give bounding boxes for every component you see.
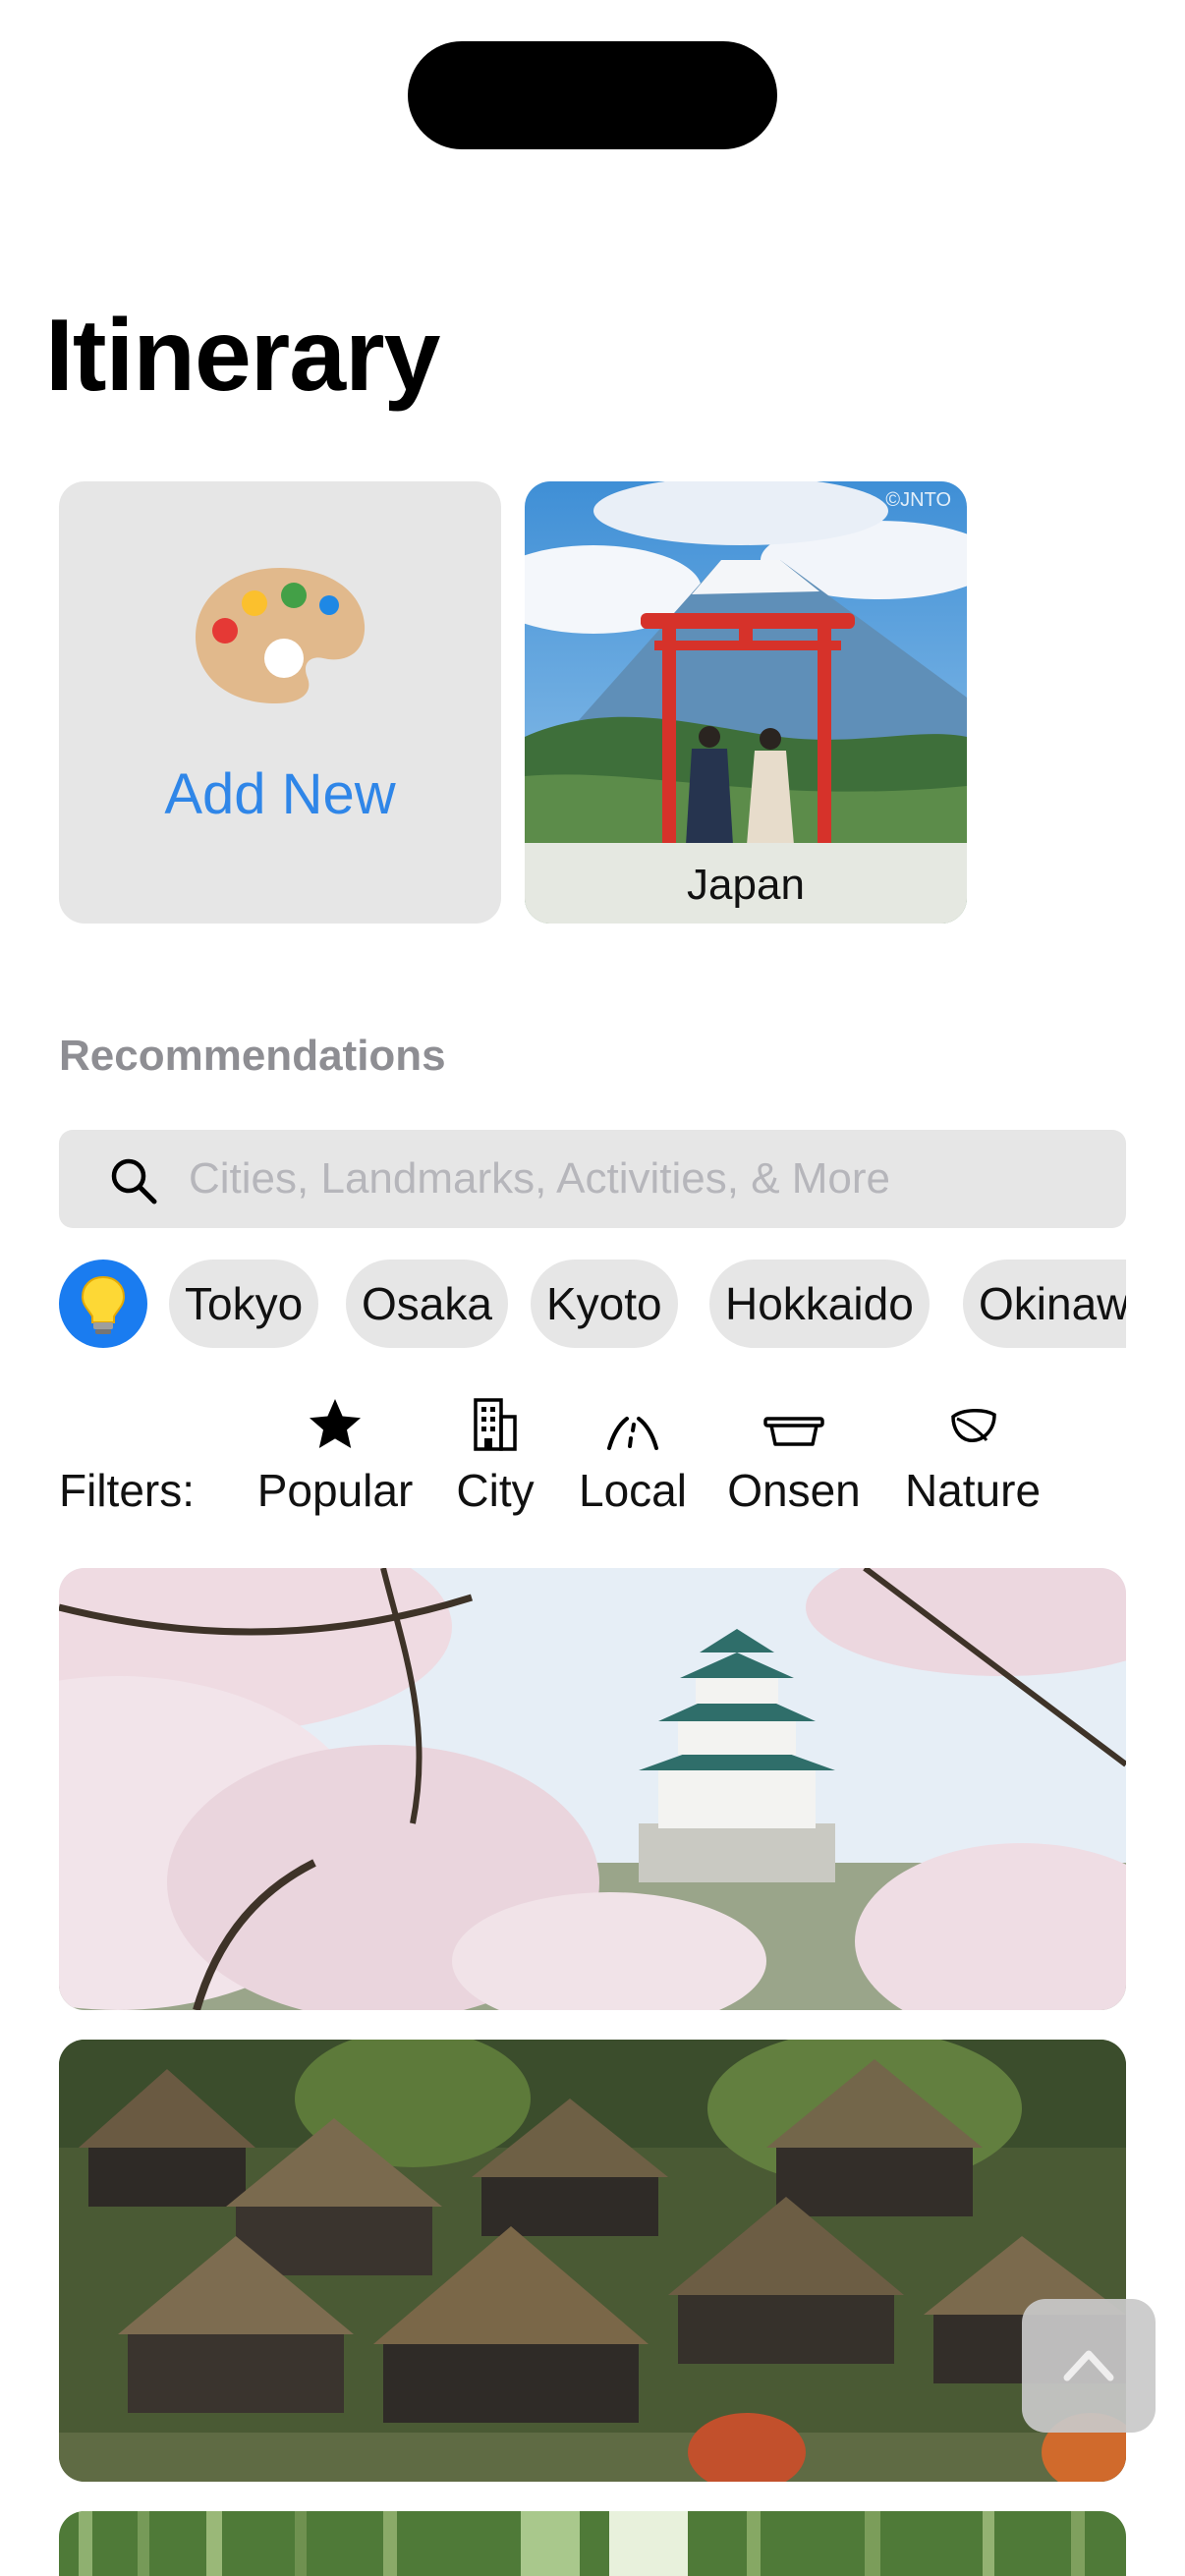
trip-card-japan[interactable]: ©JNTO Japan bbox=[525, 481, 967, 924]
filter-popular[interactable]: Popular bbox=[252, 1395, 419, 1517]
page-title: Itinerary bbox=[45, 299, 440, 413]
recommendation-card[interactable] bbox=[59, 1568, 1126, 2010]
palette-icon bbox=[196, 568, 366, 703]
filters-row: Filters: Popular City Local Onsen Nature bbox=[0, 1395, 1185, 1523]
bathtub-icon bbox=[763, 1417, 824, 1446]
bamboo-photo bbox=[59, 2511, 1126, 2576]
chip-kyoto[interactable]: Kyoto bbox=[531, 1260, 678, 1348]
filter-label: Nature bbox=[904, 1465, 1042, 1516]
search-bar[interactable] bbox=[59, 1130, 1126, 1228]
chevron-up-icon bbox=[1063, 2350, 1114, 2381]
filter-nature[interactable]: Nature bbox=[894, 1395, 1051, 1517]
recommendation-card[interactable] bbox=[59, 2511, 1126, 2576]
filter-label: Local bbox=[579, 1465, 687, 1516]
leaf-icon bbox=[951, 1409, 996, 1442]
suggest-button[interactable] bbox=[59, 1260, 147, 1348]
recommendations-heading: Recommendations bbox=[59, 1032, 446, 1080]
road-icon bbox=[607, 1417, 658, 1450]
building-icon bbox=[474, 1398, 517, 1451]
recommendation-card[interactable] bbox=[59, 2040, 1126, 2482]
filter-onsen[interactable]: Onsen bbox=[723, 1395, 865, 1517]
castle-photo bbox=[59, 1568, 1126, 2010]
scroll-to-top-button[interactable] bbox=[1022, 2299, 1156, 2433]
search-input[interactable] bbox=[189, 1130, 1073, 1228]
filter-label: City bbox=[456, 1465, 535, 1516]
add-new-card[interactable]: Add New bbox=[59, 481, 501, 924]
filter-local[interactable]: Local bbox=[574, 1395, 692, 1517]
city-chips: Tokyo Osaka Kyoto Hokkaido Okinawa bbox=[59, 1258, 1126, 1350]
filter-city[interactable]: City bbox=[446, 1395, 544, 1517]
search-icon bbox=[111, 1158, 157, 1204]
chip-okinawa[interactable]: Okinawa bbox=[963, 1260, 1126, 1348]
star-icon bbox=[310, 1399, 361, 1448]
filter-label: Onsen bbox=[727, 1465, 861, 1516]
filters-label: Filters: bbox=[59, 1465, 195, 1516]
chip-tokyo[interactable]: Tokyo bbox=[169, 1260, 319, 1348]
lightbulb-icon bbox=[81, 1275, 126, 1334]
dynamic-island bbox=[408, 41, 777, 149]
chip-osaka[interactable]: Osaka bbox=[346, 1260, 508, 1348]
filter-label: Popular bbox=[256, 1465, 414, 1516]
photo-credit: ©JNTO bbox=[885, 489, 951, 511]
add-new-label: Add New bbox=[164, 762, 396, 826]
trip-name: Japan bbox=[687, 861, 805, 909]
village-photo bbox=[59, 2040, 1126, 2482]
chip-hokkaido[interactable]: Hokkaido bbox=[709, 1260, 930, 1348]
